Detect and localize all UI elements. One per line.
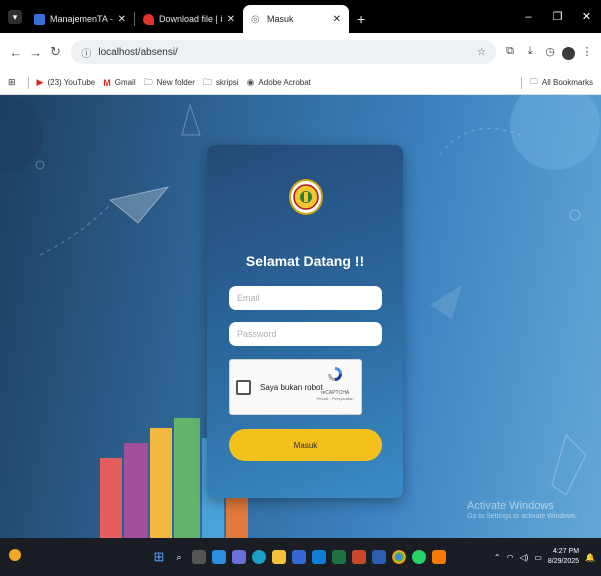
address-bar[interactable]: ⓘ localhost/absensi/ ☆ [71, 40, 496, 64]
powerpoint-icon[interactable] [352, 550, 366, 564]
volume-icon[interactable]: ◁) [519, 553, 528, 562]
toolbar-icons: ⧉ ⤓ ◷ ⋮ [502, 45, 595, 60]
recaptcha-widget: Saya bukan robot reCAPTCHA Privasi - Per… [229, 359, 362, 415]
welcome-title: Selamat Datang !! [245, 253, 365, 269]
folder-icon: 🗀 [202, 76, 212, 87]
bookmarks-divider [27, 76, 29, 89]
recaptcha-icon [328, 367, 342, 381]
all-bookmarks-label: All Bookmarks [541, 78, 593, 87]
bookmark-youtube[interactable]: ▶ (23) YouTube [37, 77, 96, 88]
ilovepdf-favicon-icon [143, 13, 154, 25]
search-icon[interactable]: ⌕ [172, 550, 186, 564]
tab-manajemen-ta[interactable]: ManajemenTA - Manajemen TA ✕ [26, 5, 134, 33]
manajemen-favicon-icon [34, 13, 45, 25]
school-emblem-icon [293, 184, 319, 210]
taskbar-apps: ⊞ ⌕ [152, 549, 446, 564]
bookmark-label: Adobe Acrobat [258, 78, 311, 87]
minimize-icon[interactable]: – [514, 11, 543, 23]
login-page: Selamat Datang !! Saya bukan robot reCAP… [0, 95, 601, 538]
email-input[interactable] [229, 286, 382, 310]
tab-title: Masuk [267, 14, 294, 24]
tab-close-icon[interactable]: ✕ [333, 14, 341, 25]
youtube-icon: ▶ [36, 77, 44, 87]
store-icon[interactable] [292, 550, 306, 564]
file-explorer-icon[interactable] [272, 550, 286, 564]
whatsapp-icon[interactable] [412, 550, 426, 564]
back-icon[interactable]: ← [6, 45, 26, 60]
browser-toolbar: ← → ↻ ⓘ localhost/absensi/ ☆ ⧉ ⤓ ◷ ⋮ [0, 33, 601, 71]
window-controls: – ❐ ✕ [514, 0, 601, 33]
acrobat-icon: ◉ [246, 77, 255, 87]
bookmark-new-folder[interactable]: 🗀 New folder [144, 75, 195, 91]
watermark-subtitle: Go to Settings to activate Windows. [467, 513, 578, 520]
task-view-icon[interactable] [192, 550, 206, 564]
restore-icon[interactable]: ❐ [543, 10, 572, 23]
bookmarks-divider [520, 76, 522, 89]
recaptcha-checkbox[interactable] [236, 379, 251, 395]
school-logo [289, 179, 323, 215]
bookmark-label: New folder [156, 78, 195, 87]
bookmark-label: Gmail [114, 78, 136, 87]
battery-icon[interactable]: ▭ [534, 553, 542, 562]
word-icon[interactable] [372, 550, 386, 564]
bookmarks-bar: ⊞ ▶ (23) YouTube M Gmail 🗀 New folder 🗀 … [0, 71, 601, 95]
extensions-icon[interactable]: ⧉ [502, 45, 518, 60]
clock[interactable]: 4:27 PM 8/29/2025 [548, 547, 579, 567]
notification-icon[interactable]: 🔔 [585, 553, 595, 562]
bookmark-star-icon[interactable]: ☆ [477, 47, 486, 58]
tab-masuk[interactable]: ◎ Masuk ✕ [243, 5, 349, 33]
gmail-icon: M [103, 77, 111, 88]
clock-time: 4:27 PM [552, 548, 580, 555]
folder-icon: 🗀 [529, 76, 538, 86]
forward-icon[interactable]: → [26, 45, 46, 60]
reload-icon[interactable]: ↻ [46, 44, 66, 60]
site-info-icon[interactable]: ⓘ [81, 45, 91, 60]
bookmark-skripsi[interactable]: 🗀 skripsi [203, 75, 239, 91]
watermark-title: Activate Windows [467, 500, 554, 512]
close-window-icon[interactable]: ✕ [572, 10, 601, 23]
start-icon[interactable]: ⊞ [152, 549, 166, 564]
bookmark-adobe-acrobat[interactable]: ◉ Adobe Acrobat [247, 77, 311, 88]
edge-icon[interactable] [252, 550, 266, 564]
browser-tab-bar: ▾ ManajemenTA - Manajemen TA ✕ Download … [0, 0, 601, 33]
widgets-icon[interactable] [212, 550, 226, 564]
vscode-icon[interactable] [312, 550, 326, 564]
weather-icon[interactable] [0, 548, 30, 566]
tab-close-icon[interactable]: ✕ [227, 14, 235, 25]
recaptcha-brand: reCAPTCHA Privasi - Persyaratan [315, 365, 355, 401]
wifi-icon[interactable]: ◠ [507, 553, 514, 562]
recaptcha-links[interactable]: Privasi - Persyaratan [315, 396, 355, 401]
bookmark-label: (23) YouTube [47, 78, 96, 87]
password-input[interactable] [229, 322, 382, 346]
system-tray: ⌃ ◠ ◁) ▭ 4:27 PM 8/29/2025 🔔 [494, 547, 601, 567]
login-card: Selamat Datang !! Saya bukan robot reCAP… [207, 145, 403, 498]
clock-date: 8/29/2025 [547, 558, 580, 565]
profile-avatar[interactable] [562, 46, 575, 60]
tab-title: Download file | iLovePDF [159, 14, 223, 24]
recaptcha-label: Saya bukan robot [260, 382, 323, 392]
menu-kebab-icon[interactable]: ⋮ [579, 45, 595, 60]
bookmark-gmail[interactable]: M Gmail [103, 78, 135, 88]
tab-search-button[interactable]: ▾ [8, 10, 22, 24]
download-icon[interactable]: ⤓ [522, 45, 538, 60]
tab-close-icon[interactable]: ✕ [118, 14, 126, 25]
chrome-icon[interactable] [392, 550, 406, 564]
chevron-up-icon[interactable]: ⌃ [494, 553, 501, 562]
history-icon[interactable]: ◷ [542, 45, 558, 60]
windows-taskbar: ⊞ ⌕ ⌃ ◠ ◁) ▭ 4:27 PM 8/29/2025 🔔 [0, 538, 601, 576]
folder-icon: 🗀 [143, 76, 153, 87]
teams-icon[interactable] [232, 550, 246, 564]
login-button[interactable]: Masuk [229, 429, 382, 461]
activate-windows-watermark: Activate Windows Go to Settings to activ… [467, 500, 593, 520]
new-tab-button[interactable]: + [357, 11, 365, 27]
all-bookmarks[interactable]: 🗀 All Bookmarks [520, 76, 593, 90]
globe-icon: ◎ [251, 13, 260, 25]
tab-title: ManajemenTA - Manajemen TA [50, 14, 114, 24]
url-text: localhost/absensi/ [98, 46, 178, 58]
bookmark-label: skripsi [215, 78, 239, 87]
tab-ilovepdf[interactable]: Download file | iLovePDF ✕ [135, 5, 243, 33]
excel-icon[interactable] [332, 550, 346, 564]
apps-grid-icon[interactable]: ⊞ [8, 77, 20, 88]
xampp-icon[interactable] [432, 550, 446, 564]
